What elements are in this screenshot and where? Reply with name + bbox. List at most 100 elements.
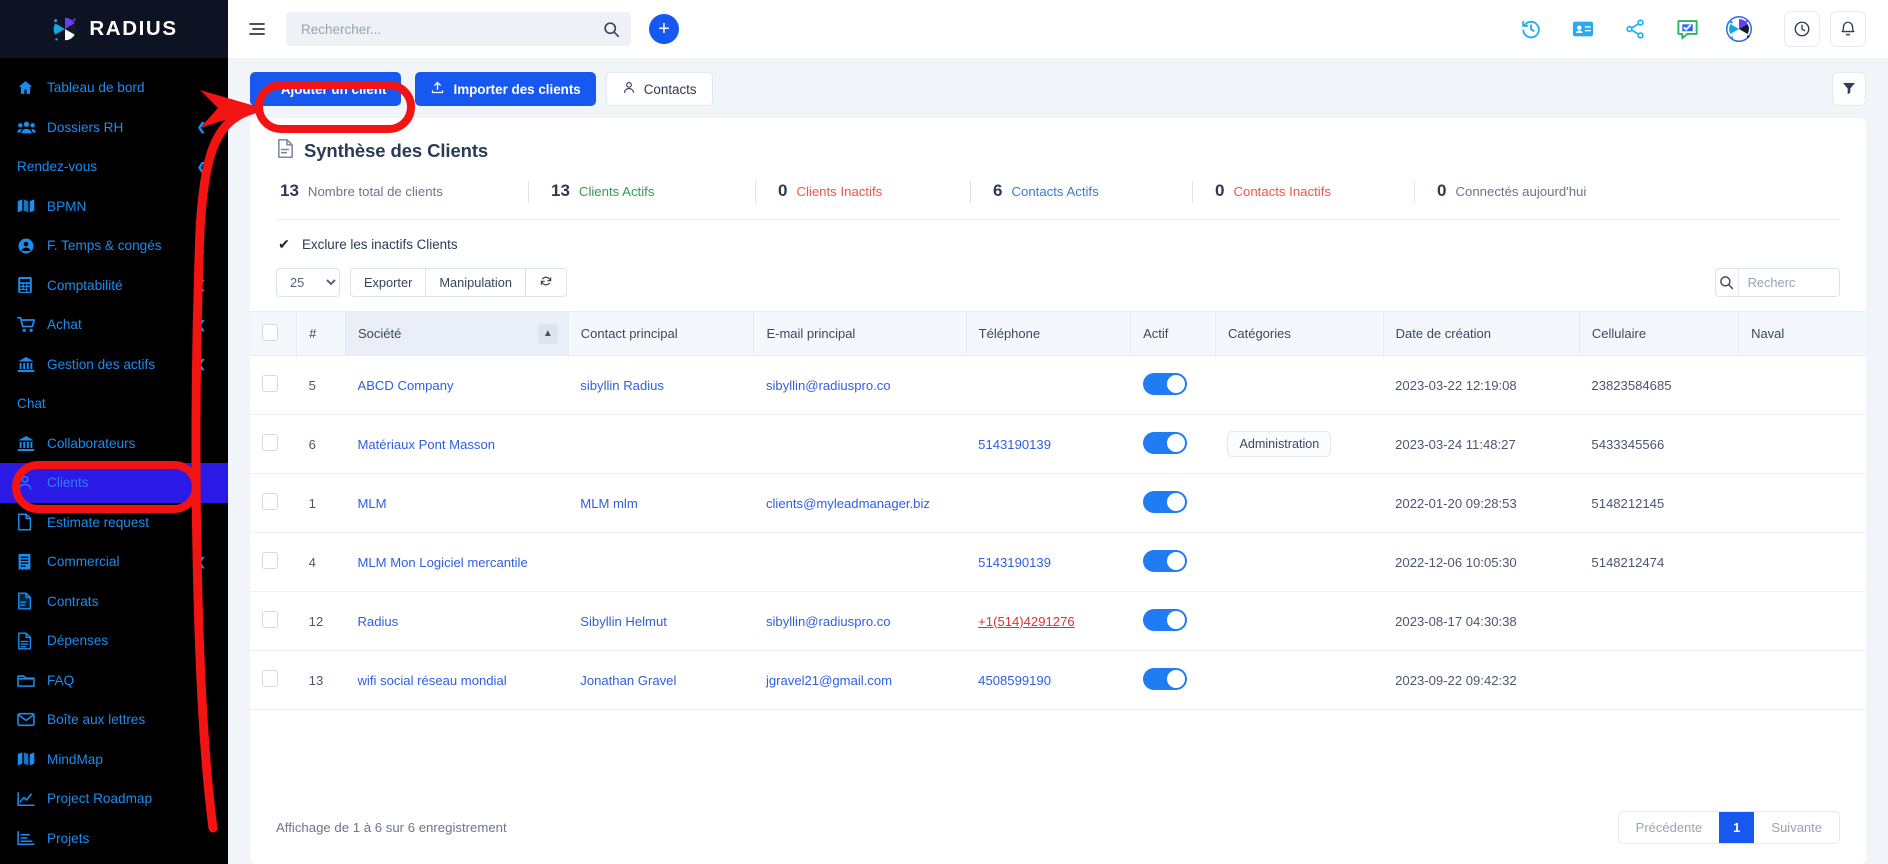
column-header-t-l-phone[interactable]: Téléphone [966,311,1132,356]
sidebar-item-collaborateurs[interactable]: Collaborateurs [0,424,228,464]
page-1-button[interactable]: 1 [1719,812,1755,843]
row-select-cell[interactable] [250,473,297,533]
filter-button[interactable] [1832,72,1866,106]
select-all-checkbox[interactable] [262,323,278,341]
category-chip[interactable]: Administration [1227,431,1332,457]
next-page-button[interactable]: Suivante [1754,812,1839,843]
chevron-left-icon[interactable]: ❮ [197,121,206,134]
sidebar-item-bpmn[interactable]: BPMN [0,187,228,227]
clock-icon[interactable] [1784,11,1820,47]
phone-link[interactable]: 5143190139 [978,555,1051,570]
sidebar-item-contrats[interactable]: Contrats [0,582,228,622]
contact-link[interactable]: Jonathan Gravel [580,673,676,688]
email-link[interactable]: clients@myleadmanager.biz [766,496,930,511]
email-link[interactable]: sibyllin@radiuspro.co [766,614,891,629]
chevron-left-icon[interactable]: ❮ [197,239,206,252]
company-link[interactable]: MLM [357,496,386,511]
chat-check-icon[interactable] [1674,16,1700,42]
contact-card-icon[interactable] [1570,16,1596,42]
active-toggle[interactable] [1142,667,1187,690]
sidebar-item-comptabilit[interactable]: Comptabilité ❮ [0,266,228,306]
row-select-cell[interactable] [250,650,297,710]
sidebar-item-estimate-request[interactable]: Estimate request [0,503,228,543]
table-search-icon[interactable] [1716,269,1739,296]
row-select-cell[interactable] [250,414,297,474]
chevron-left-icon[interactable]: ❮ [197,160,206,173]
column-header-[interactable]: # [296,311,346,356]
company-link[interactable]: ABCD Company [357,378,453,393]
row-checkbox[interactable] [262,611,278,628]
menu-toggle-icon[interactable] [242,14,272,44]
table-row[interactable]: 5 ABCD Company sibyllin Radius sibyllin@rad… [250,355,1866,415]
brand-logo-area[interactable]: RADIUS [0,0,228,58]
contacts-button[interactable]: Contacts [605,72,713,106]
column-header-cat-gories[interactable]: Catégories [1215,311,1384,356]
company-link[interactable]: Radius [357,614,398,629]
page-size-select[interactable]: 102550100 [276,268,340,297]
chevron-left-icon[interactable]: ❮ [197,555,206,568]
table-row[interactable]: 12 Radius Sibyllin Helmut sibyllin@radiuspr… [250,591,1866,651]
sidebar-item-clients[interactable]: Clients [0,463,228,503]
table-row[interactable]: 6 Matériaux Pont Masson 5143190139 Administ… [250,414,1866,474]
email-link[interactable]: sibyllin@radiuspro.co [766,378,891,393]
contact-link[interactable]: Sibyllin Helmut [580,614,667,629]
company-link[interactable]: wifi social réseau mondial [357,673,506,688]
chevron-left-icon[interactable]: ❮ [197,318,206,331]
contact-link[interactable]: MLM mlm [580,496,637,511]
sort-asc-icon[interactable]: ▲ [537,323,558,344]
active-toggle[interactable] [1142,372,1187,395]
sidebar-item-achat[interactable]: Achat ❮ [0,305,228,345]
sidebar-item-faq[interactable]: FAQ [0,661,228,701]
row-checkbox[interactable] [262,434,278,451]
sidebar-item-project-roadmap[interactable]: Project Roadmap [0,779,228,819]
row-select-cell[interactable] [250,532,297,592]
share-icon[interactable] [1622,16,1648,42]
sidebar-item-bo-te-aux-lettres[interactable]: Boîte aux lettres [0,700,228,740]
company-link[interactable]: Matériaux Pont Masson [357,437,495,452]
contact-link[interactable]: sibyllin Radius [580,378,664,393]
sidebar-item-mindmap[interactable]: MindMap [0,740,228,780]
table-search-input[interactable] [1738,269,1839,296]
column-header-contact-principal[interactable]: Contact principal [568,311,755,356]
sidebar-item-rendez-vous[interactable]: Rendez-vous ❮ [0,147,228,187]
search-icon[interactable] [599,17,623,41]
company-link[interactable]: MLM Mon Logiciel mercantile [357,555,527,570]
chevron-left-icon[interactable]: ❮ [197,358,206,371]
active-toggle[interactable] [1142,549,1187,572]
sidebar-item-tableau-de-bord[interactable]: Tableau de bord [0,68,228,108]
phone-link[interactable]: +1(514)4291276 [978,614,1074,629]
column-header-date-de-cr-ation[interactable]: Date de création [1383,311,1580,356]
quick-add-button[interactable]: + [649,14,679,44]
table-row[interactable]: 13 wifi social réseau mondial Jonathan Gra… [250,650,1866,710]
column-header-cellulaire[interactable]: Cellulaire [1579,311,1740,356]
sidebar-item-commercial[interactable]: Commercial ❮ [0,542,228,582]
radius-avatar-icon[interactable] [1726,16,1752,42]
add-client-button[interactable]: + Ajouter un client [250,72,402,106]
email-link[interactable]: jgravel21@gmail.com [766,673,892,688]
row-checkbox[interactable] [262,375,278,392]
active-toggle[interactable] [1142,431,1187,454]
prev-page-button[interactable]: Précédente [1618,812,1720,843]
refresh-button[interactable] [524,268,567,297]
row-checkbox[interactable] [262,493,278,510]
column-header-actif[interactable]: Actif [1130,311,1216,356]
search-input[interactable] [286,12,631,46]
sidebar-item-d-penses[interactable]: Dépenses [0,621,228,661]
table-row[interactable]: 4 MLM Mon Logiciel mercantile 5143190139 20… [250,532,1866,592]
select-all-header[interactable] [250,311,298,356]
sidebar-item-chat[interactable]: Chat [0,384,228,424]
column-header-e-mail-principal[interactable]: E-mail principal [753,311,967,356]
phone-link[interactable]: 4508599190 [978,673,1051,688]
row-checkbox[interactable] [262,552,278,569]
row-select-cell[interactable] [250,355,297,415]
sidebar-item-gestion-des-actifs[interactable]: Gestion des actifs ❮ [0,345,228,385]
sidebar-item-projets[interactable]: Projets [0,819,228,859]
phone-link[interactable]: 5143190139 [978,437,1051,452]
row-select-cell[interactable] [250,591,297,651]
sidebar-item-dossiers-rh[interactable]: Dossiers RH ❮ [0,108,228,148]
sidebar-item-f-temps-cong-s[interactable]: F. Temps & congés ❮ [0,226,228,266]
exclude-inactive-checkbox[interactable]: ✔ [276,236,292,252]
row-checkbox[interactable] [262,670,278,687]
bell-icon[interactable] [1830,11,1866,47]
table-row[interactable]: 1 MLM MLM mlm clients@myleadmanager.biz 2022… [250,473,1866,533]
